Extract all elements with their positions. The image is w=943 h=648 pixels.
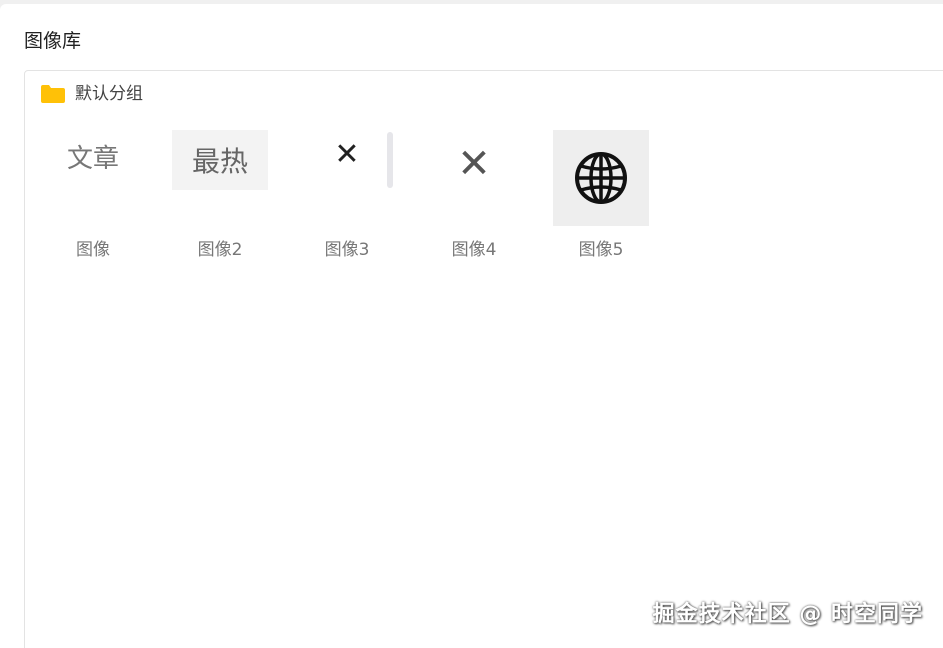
image-thumbnail[interactable]: 文章 (45, 130, 141, 226)
image-library-panel: 图像库 默认分组 文章 图像 最热 图像2 ✕ 图像3 ✕ 图像4 图像5 (0, 4, 943, 648)
page-title: 图像库 (24, 30, 82, 52)
close-icon: ✕ (334, 137, 360, 172)
image-thumbnail[interactable]: ✕ (426, 130, 522, 226)
image-caption: 图像5 (578, 240, 624, 260)
image-caption: 图像2 (197, 240, 243, 260)
watermark: 掘金技术社区 @ 时空同学 (652, 602, 923, 627)
group-header[interactable]: 默认分组 (41, 83, 143, 105)
thumbnail-edge (387, 132, 393, 188)
image-caption: 图像4 (451, 240, 497, 260)
group-label: 默认分组 (75, 84, 143, 104)
thumbnail-text: 文章 (66, 144, 119, 174)
thumbnail-text: 最热 (191, 145, 248, 178)
image-thumbnail[interactable]: ✕ (299, 130, 395, 226)
folder-icon (41, 85, 65, 103)
image-thumbnail[interactable]: 最热 (172, 130, 268, 226)
thumbnail-text-box: 最热 (172, 130, 268, 190)
image-gallery: 默认分组 文章 图像 最热 图像2 ✕ 图像3 ✕ 图像4 图像5 (24, 70, 943, 648)
globe-icon (575, 152, 627, 204)
image-caption: 图像3 (324, 240, 370, 260)
image-thumbnail[interactable] (553, 130, 649, 226)
image-caption: 图像 (76, 240, 110, 260)
close-icon: ✕ (457, 141, 491, 187)
